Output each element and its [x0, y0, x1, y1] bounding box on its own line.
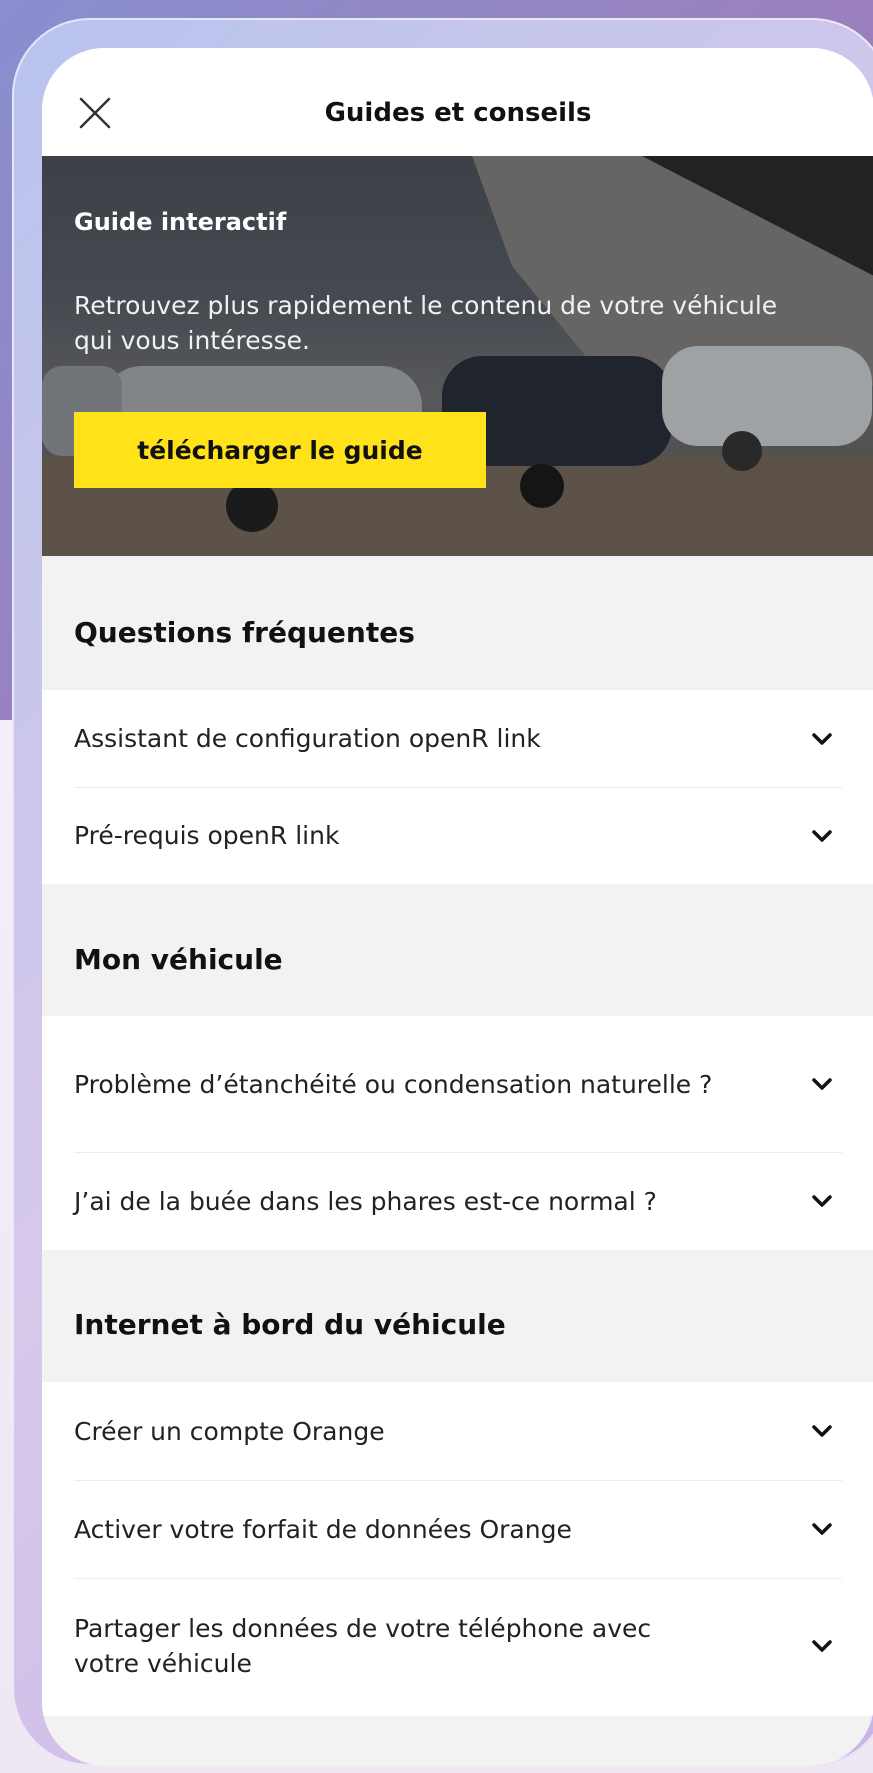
list-item[interactable]: Assistant de configuration openR link: [74, 690, 842, 787]
interactive-guide-banner: Guide interactif Retrouvez plus rapideme…: [42, 156, 873, 556]
faq-list: Assistant de configuration openR link Pr…: [42, 690, 873, 884]
chevron-down-icon: [812, 1640, 832, 1652]
guide-description: Retrouvez plus rapidement le contenu de …: [74, 291, 778, 355]
list-item-label: Créer un compte Orange: [74, 1416, 385, 1446]
chevron-down-icon: [812, 1523, 832, 1535]
internet-list: Créer un compte Orange Activer votre for…: [42, 1382, 873, 1716]
list-item[interactable]: Activer votre forfait de données Orange: [74, 1480, 842, 1578]
app-screen: Guides et conseils Guide interactif Retr…: [42, 48, 873, 1766]
page-title: Guides et conseils: [324, 98, 592, 128]
section-title-vehicle: Mon véhicule: [74, 943, 283, 976]
guide-title: Guide interactif: [74, 208, 287, 236]
list-item-label: J’ai de la buée dans les phares est-ce n…: [74, 1186, 657, 1216]
top-bar: Guides et conseils: [42, 48, 873, 156]
list-item[interactable]: Pré-requis openR link: [74, 787, 842, 884]
list-item-label: Activer votre forfait de données Orange: [74, 1514, 572, 1544]
vehicle-list: Problème d’étanchéité ou condensation na…: [42, 1016, 873, 1250]
chevron-down-icon: [812, 1195, 832, 1207]
list-item[interactable]: Partager les données de votre téléphone …: [74, 1578, 842, 1714]
list-item-label: Partager les données de votre téléphone …: [74, 1614, 652, 1678]
section-title-internet: Internet à bord du véhicule: [74, 1308, 506, 1341]
section-title-faq: Questions fréquentes: [74, 616, 415, 649]
download-guide-button[interactable]: télécharger le guide: [74, 412, 486, 488]
list-item[interactable]: Créer un compte Orange: [74, 1382, 842, 1480]
chevron-down-icon: [812, 829, 832, 842]
chevron-down-icon: [812, 1078, 832, 1090]
list-item-label: Assistant de configuration openR link: [74, 724, 541, 753]
list-item[interactable]: Problème d’étanchéité ou condensation na…: [74, 1016, 842, 1152]
list-item-label: Pré-requis openR link: [74, 821, 340, 850]
list-item-label: Problème d’étanchéité ou condensation na…: [74, 1069, 713, 1099]
chevron-down-icon: [812, 1425, 832, 1437]
chevron-down-icon: [812, 732, 832, 745]
phone-frame: Guides et conseils Guide interactif Retr…: [12, 18, 873, 1766]
list-item[interactable]: J’ai de la buée dans les phares est-ce n…: [74, 1152, 842, 1250]
